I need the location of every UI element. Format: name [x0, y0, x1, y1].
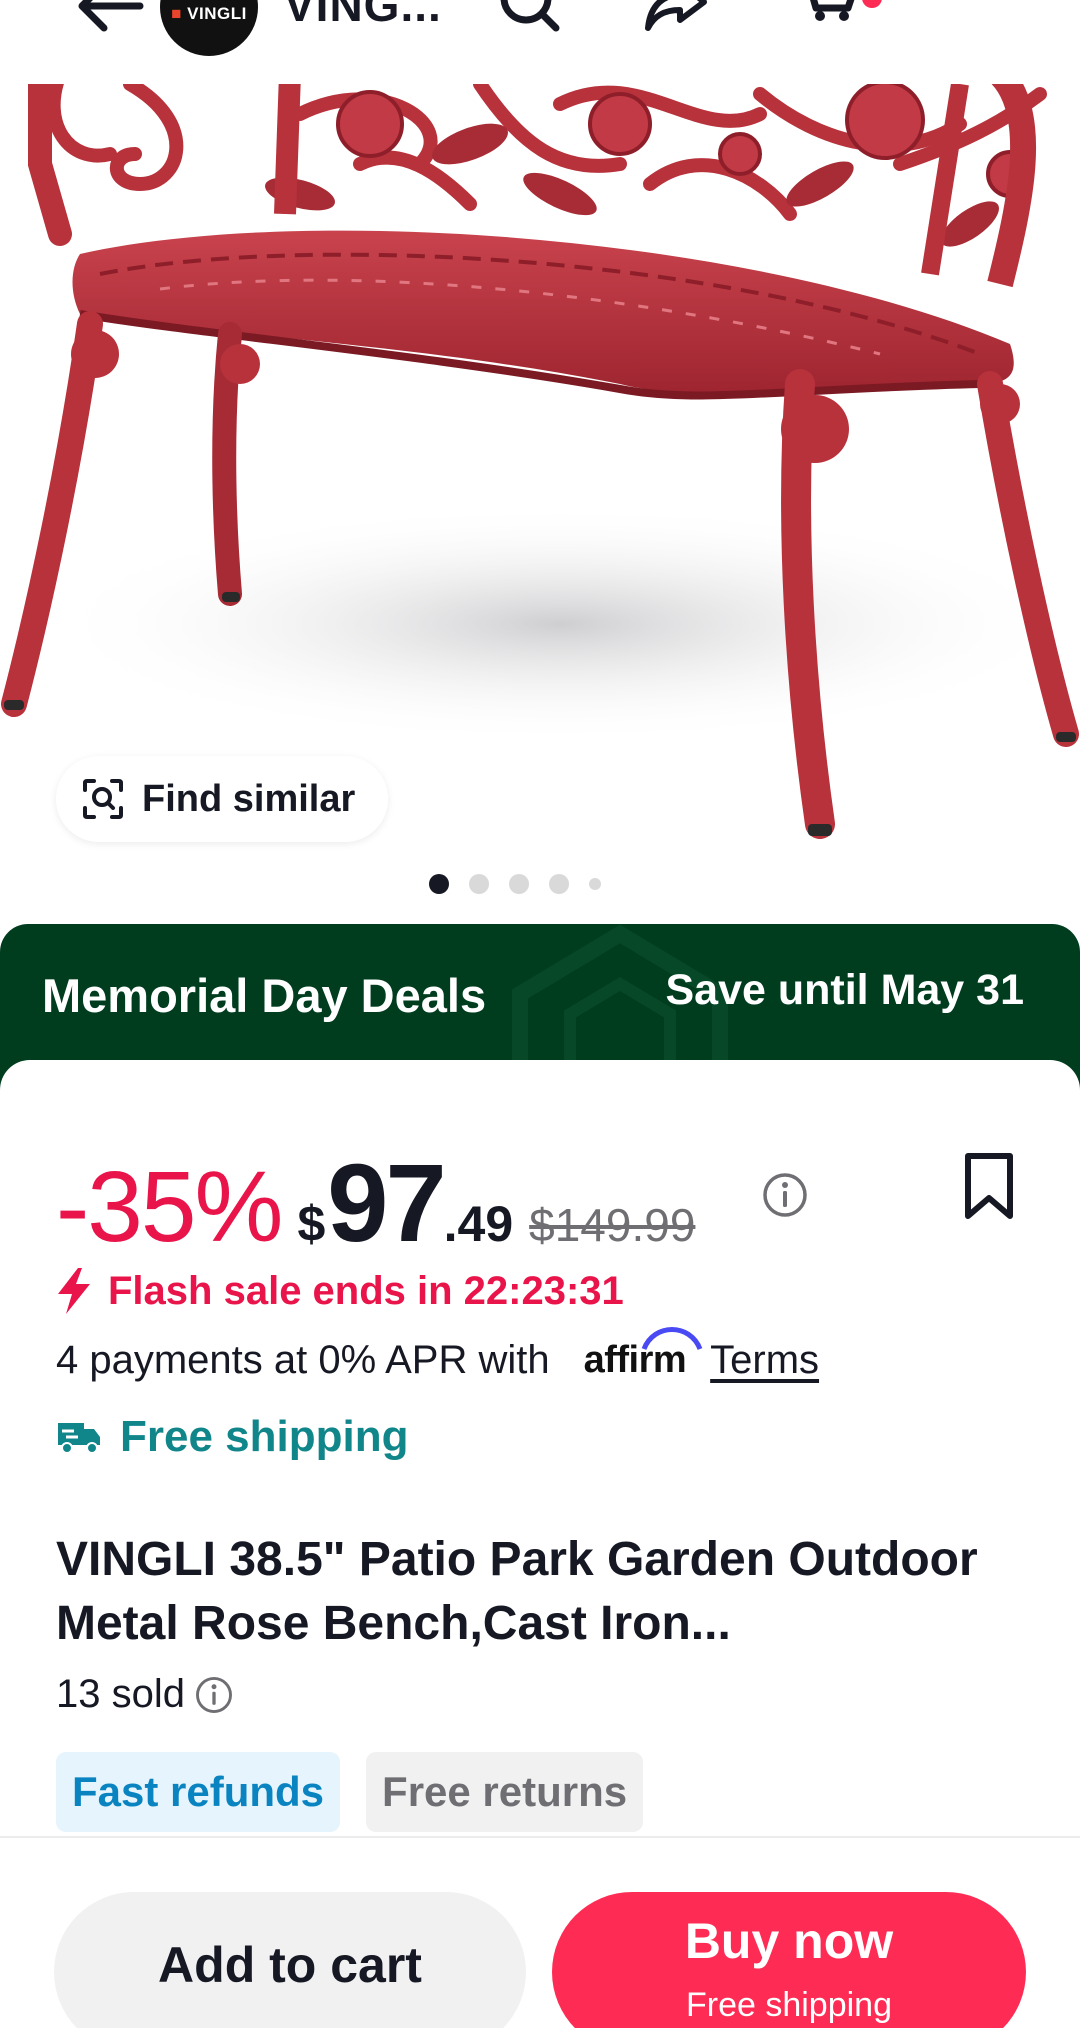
shipping-info[interactable]: Free shipping: [56, 1412, 408, 1462]
sold-count: 13 sold: [56, 1672, 233, 1717]
service-tags: Fast refunds Free returns: [56, 1752, 644, 1832]
store-avatar[interactable]: ■ VINGLI: [160, 0, 258, 56]
product-image-carousel[interactable]: Find similar: [0, 84, 1080, 924]
find-similar-button[interactable]: Find similar: [56, 756, 388, 842]
flash-sale-text: Flash sale ends in 22:23:31: [108, 1268, 624, 1313]
add-to-cart-label: Add to cart: [158, 1937, 422, 1993]
price-info-icon[interactable]: [762, 1172, 808, 1218]
add-to-cart-button[interactable]: Add to cart: [54, 1892, 526, 2028]
store-logo-mark-icon: ■: [171, 4, 188, 23]
find-similar-label: Find similar: [142, 777, 356, 820]
cart-icon[interactable]: [796, 0, 860, 42]
more-options-icon[interactable]: [944, 0, 1008, 42]
sold-text: 13 sold: [56, 1672, 185, 1716]
back-arrow-icon[interactable]: [74, 0, 144, 32]
store-logo-text: ■ VINGLI: [171, 4, 247, 23]
carousel-dot[interactable]: [469, 874, 489, 894]
store-name[interactable]: VING...: [284, 0, 442, 32]
terms-link[interactable]: Terms: [710, 1338, 819, 1383]
truck-icon: [58, 1423, 100, 1454]
affirm-logo: affirm: [584, 1327, 702, 1382]
visual-search-icon: [83, 779, 123, 819]
carousel-dot[interactable]: [509, 874, 529, 894]
promo-until: Save until May 31: [665, 966, 1025, 1014]
price-currency: $: [297, 1196, 326, 1252]
price-integer: 97: [327, 1142, 446, 1265]
share-icon[interactable]: [644, 0, 708, 42]
payments-text: 4 payments at 0% APR with: [56, 1338, 550, 1382]
carousel-dot[interactable]: [589, 878, 601, 890]
product-title[interactable]: VINGLI 38.5" Patio Park Garden Outdoor M…: [56, 1528, 1036, 1656]
tag-free-returns[interactable]: Free returns: [366, 1752, 644, 1832]
top-navigation-bar: ■ VINGLI VING...: [0, 0, 1080, 84]
search-icon[interactable]: [498, 0, 562, 42]
buy-now-button[interactable]: Buy now Free shipping: [552, 1892, 1026, 2028]
payment-options: 4 payments at 0% APR with affirm Terms: [56, 1327, 819, 1383]
price-row: -35% $ 97 .49 $149.99: [56, 1140, 711, 1265]
cart-badge: [862, 0, 882, 8]
shipping-text: Free shipping: [120, 1412, 409, 1461]
carousel-indicator: [0, 874, 1080, 894]
bookmark-icon[interactable]: [962, 1152, 1016, 1220]
flash-sale-timer: Flash sale ends in 22:23:31: [56, 1268, 624, 1314]
tag-fast-refunds[interactable]: Fast refunds: [56, 1752, 341, 1832]
carousel-dot[interactable]: [549, 874, 569, 894]
lightning-icon: [58, 1268, 90, 1314]
sold-info-icon[interactable]: [195, 1676, 233, 1714]
carousel-dot-active[interactable]: [429, 874, 449, 894]
discount-percent: -35%: [56, 1151, 283, 1263]
original-price: $149.99: [529, 1199, 696, 1251]
bottom-action-bar: Add to cart Buy now Free shipping: [0, 1836, 1080, 2028]
product-info-card: -35% $ 97 .49 $149.99 Flash sale ends in…: [0, 1060, 1080, 1840]
price-decimal: .49: [443, 1196, 514, 1252]
buy-now-label: Buy now: [684, 1913, 894, 1969]
affirm-arc-icon: [641, 1327, 702, 1351]
buy-now-sublabel: Free shipping: [685, 1986, 892, 2024]
